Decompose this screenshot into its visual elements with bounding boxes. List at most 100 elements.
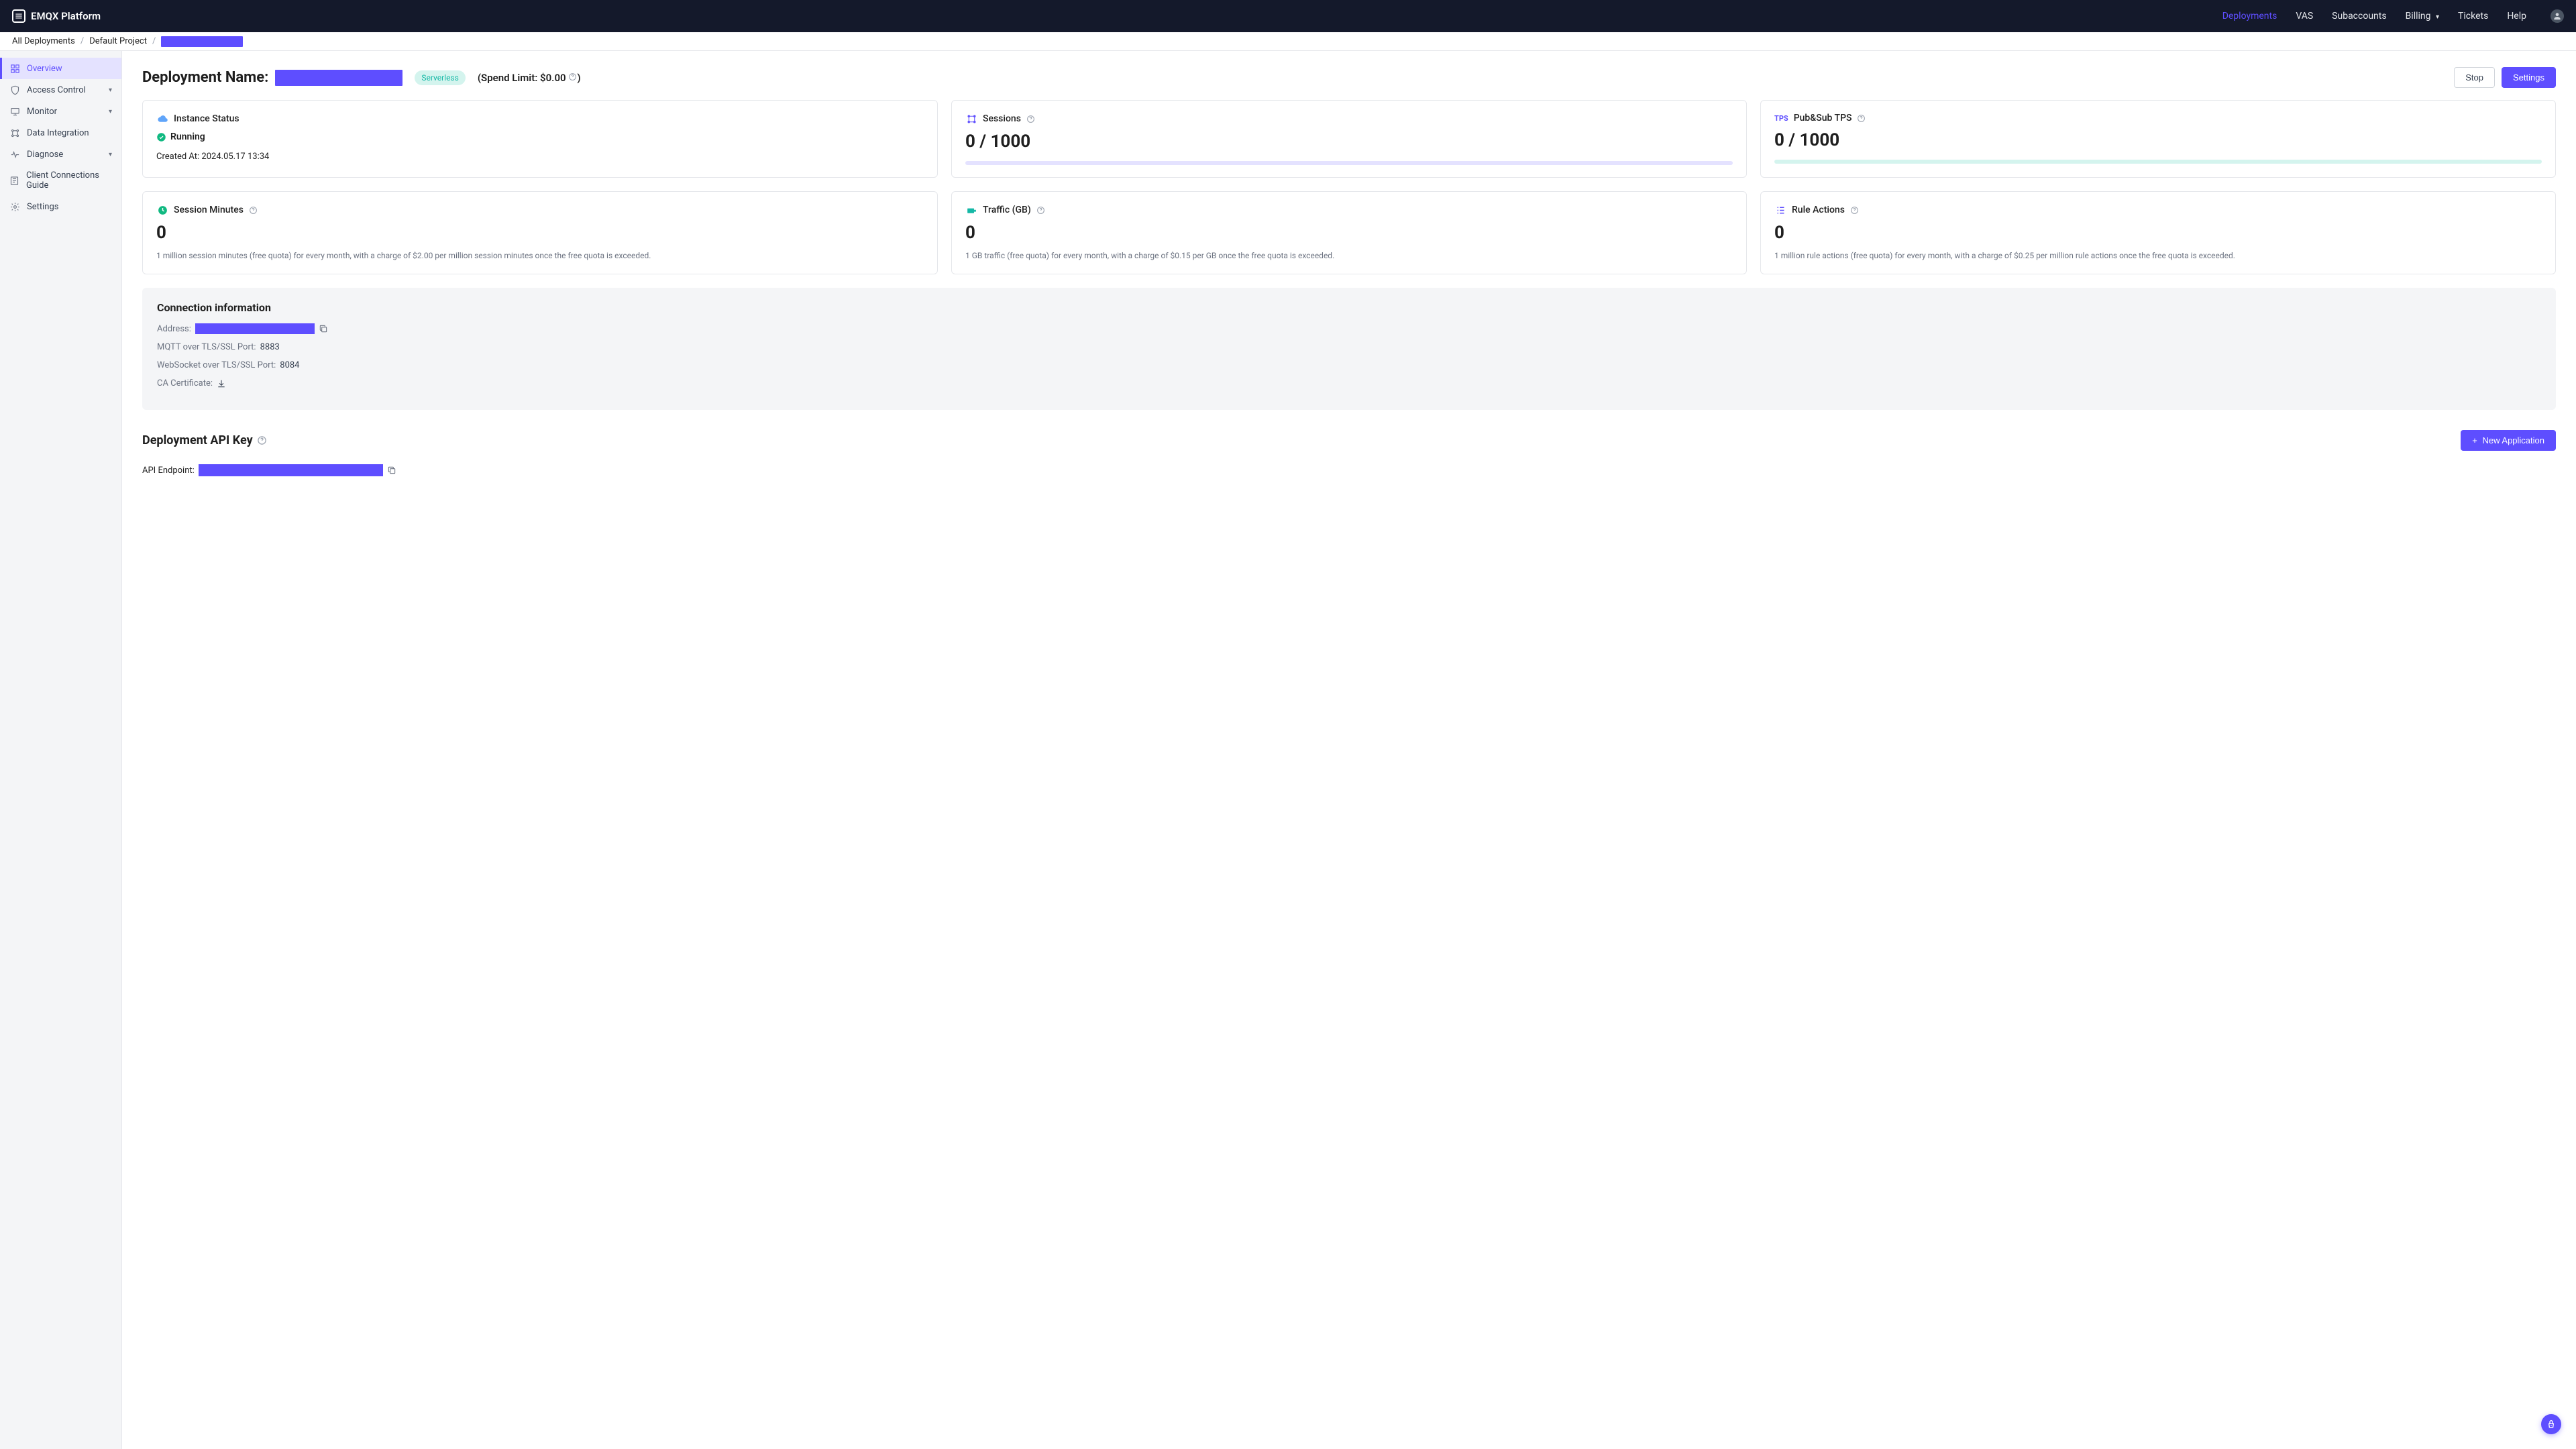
mqtt-port-label: MQTT over TLS/SSL Port:	[157, 342, 256, 352]
spend-limit: (Spend Limit: $0.00 )	[478, 72, 581, 84]
help-icon[interactable]	[1036, 206, 1045, 215]
metrics-row-2: Session Minutes 0 1 million session minu…	[142, 191, 2556, 274]
download-icon[interactable]	[217, 379, 226, 388]
traffic-icon	[965, 204, 977, 216]
new-application-button[interactable]: + New Application	[2461, 430, 2556, 451]
clock-icon	[156, 204, 168, 216]
traffic-desc: 1 GB traffic (free quota) for every mont…	[965, 250, 1733, 262]
tps-badge: TPS	[1774, 114, 1788, 123]
help-icon[interactable]	[1857, 114, 1866, 123]
card-title: Rule Actions	[1792, 205, 1845, 215]
breadcrumb: All Deployments / Default Project /	[0, 32, 2576, 51]
crumb-all-deployments[interactable]: All Deployments	[12, 36, 75, 46]
card-sessions: Sessions 0 / 1000	[951, 100, 1747, 178]
mqtt-port-row: MQTT over TLS/SSL Port: 8883	[157, 342, 2541, 352]
ws-port-label: WebSocket over TLS/SSL Port:	[157, 360, 276, 370]
settings-button[interactable]: Settings	[2502, 67, 2556, 88]
sidebar-item-monitor[interactable]: Monitor ▾	[0, 101, 121, 122]
connection-title: Connection information	[157, 301, 2541, 314]
sidebar-label: Client Connections Guide	[26, 170, 112, 191]
card-title: Pub&Sub TPS	[1794, 113, 1852, 123]
sidebar-label: Access Control	[27, 85, 86, 95]
help-icon[interactable]	[1026, 115, 1035, 123]
check-circle-icon	[156, 132, 166, 142]
api-title: Deployment API Key	[142, 433, 267, 447]
sessions-progress	[965, 161, 1733, 165]
api-endpoint-redacted	[199, 464, 383, 476]
sidebar-item-settings[interactable]: Settings	[0, 196, 121, 217]
nav-help[interactable]: Help	[2507, 11, 2526, 21]
created-value: 2024.05.17 13:34	[201, 152, 269, 162]
status-running: Running	[156, 131, 924, 142]
top-nav: Deployments VAS Subaccounts Billing ▾ Ti…	[2222, 9, 2564, 23]
copy-icon[interactable]	[387, 466, 396, 475]
spend-limit-prefix: (Spend Limit:	[478, 72, 540, 84]
sidebar-item-client-connections-guide[interactable]: Client Connections Guide	[0, 165, 121, 196]
header-actions: Stop Settings	[2454, 67, 2556, 88]
card-title: Sessions	[983, 113, 1021, 124]
crumb-default-project[interactable]: Default Project	[89, 36, 147, 46]
deployment-name-redacted	[275, 70, 402, 86]
gear-icon	[9, 201, 20, 212]
chevron-down-icon: ▾	[2436, 13, 2439, 21]
sidebar-label: Monitor	[27, 107, 57, 117]
tps-value: 0 / 1000	[1774, 130, 2542, 150]
brand-logo[interactable]: EMQX Platform	[12, 9, 101, 23]
card-instance-status: Instance Status Running Created At: 2024…	[142, 100, 938, 178]
connection-address-row: Address:	[157, 323, 2541, 334]
top-bar: EMQX Platform Deployments VAS Subaccount…	[0, 0, 2576, 32]
nav-subaccounts[interactable]: Subaccounts	[2332, 11, 2386, 21]
sidebar-label: Data Integration	[27, 128, 89, 138]
rule-actions-desc: 1 million rule actions (free quota) for …	[1774, 250, 2542, 262]
card-title: Traffic (GB)	[983, 205, 1031, 215]
list-icon	[1774, 204, 1786, 216]
sidebar: Overview Access Control ▾ Monitor ▾ Data…	[0, 51, 122, 1449]
sidebar-item-overview[interactable]: Overview	[0, 58, 121, 79]
monitor-icon	[9, 106, 20, 117]
help-icon[interactable]	[1850, 206, 1859, 215]
sessions-icon	[965, 113, 977, 125]
metrics-row-1: Instance Status Running Created At: 2024…	[142, 100, 2556, 178]
card-traffic: Traffic (GB) 0 1 GB traffic (free quota)…	[951, 191, 1747, 274]
nav-billing-label: Billing	[2406, 11, 2431, 21]
card-tps: TPS Pub&Sub TPS 0 / 1000	[1760, 100, 2556, 178]
ws-port-value: 8084	[280, 360, 299, 370]
sidebar-label: Settings	[27, 202, 58, 212]
connection-panel: Connection information Address: MQTT ove…	[142, 288, 2556, 410]
api-section: Deployment API Key + New Application API…	[142, 430, 2556, 476]
sidebar-item-diagnose[interactable]: Diagnose ▾	[0, 144, 121, 165]
api-header-row: Deployment API Key + New Application	[142, 430, 2556, 451]
chevron-down-icon: ▾	[109, 108, 112, 115]
api-title-text: Deployment API Key	[142, 433, 253, 447]
crumb-separator: /	[80, 36, 84, 46]
help-icon[interactable]	[257, 435, 267, 445]
session-minutes-desc: 1 million session minutes (free quota) f…	[156, 250, 924, 262]
card-title: Instance Status	[174, 113, 239, 124]
overview-icon	[9, 63, 20, 74]
nav-tickets[interactable]: Tickets	[2458, 11, 2488, 21]
created-label: Created At:	[156, 152, 199, 162]
sidebar-label: Diagnose	[27, 150, 63, 160]
nav-billing[interactable]: Billing ▾	[2406, 11, 2439, 21]
stop-button[interactable]: Stop	[2454, 67, 2495, 88]
help-icon[interactable]	[249, 206, 258, 215]
brand-name: EMQX Platform	[31, 10, 101, 22]
sidebar-item-data-integration[interactable]: Data Integration	[0, 122, 121, 144]
spend-limit-suffix: )	[577, 72, 580, 84]
help-fab[interactable]	[2541, 1414, 2561, 1434]
avatar[interactable]	[2551, 9, 2564, 23]
mqtt-port-value: 8883	[260, 342, 280, 352]
address-label: Address:	[157, 324, 191, 334]
sidebar-label: Overview	[27, 64, 62, 74]
plus-icon: +	[2472, 435, 2477, 445]
new-app-label: New Application	[2483, 435, 2545, 445]
tps-progress	[1774, 160, 2542, 164]
help-icon[interactable]	[568, 72, 577, 81]
sidebar-item-access-control[interactable]: Access Control ▾	[0, 79, 121, 101]
copy-icon[interactable]	[319, 324, 328, 333]
address-value-redacted	[195, 323, 315, 334]
crumb-separator: /	[152, 36, 156, 46]
nav-deployments[interactable]: Deployments	[2222, 11, 2277, 21]
card-title: Session Minutes	[174, 205, 244, 215]
nav-vas[interactable]: VAS	[2296, 11, 2313, 21]
